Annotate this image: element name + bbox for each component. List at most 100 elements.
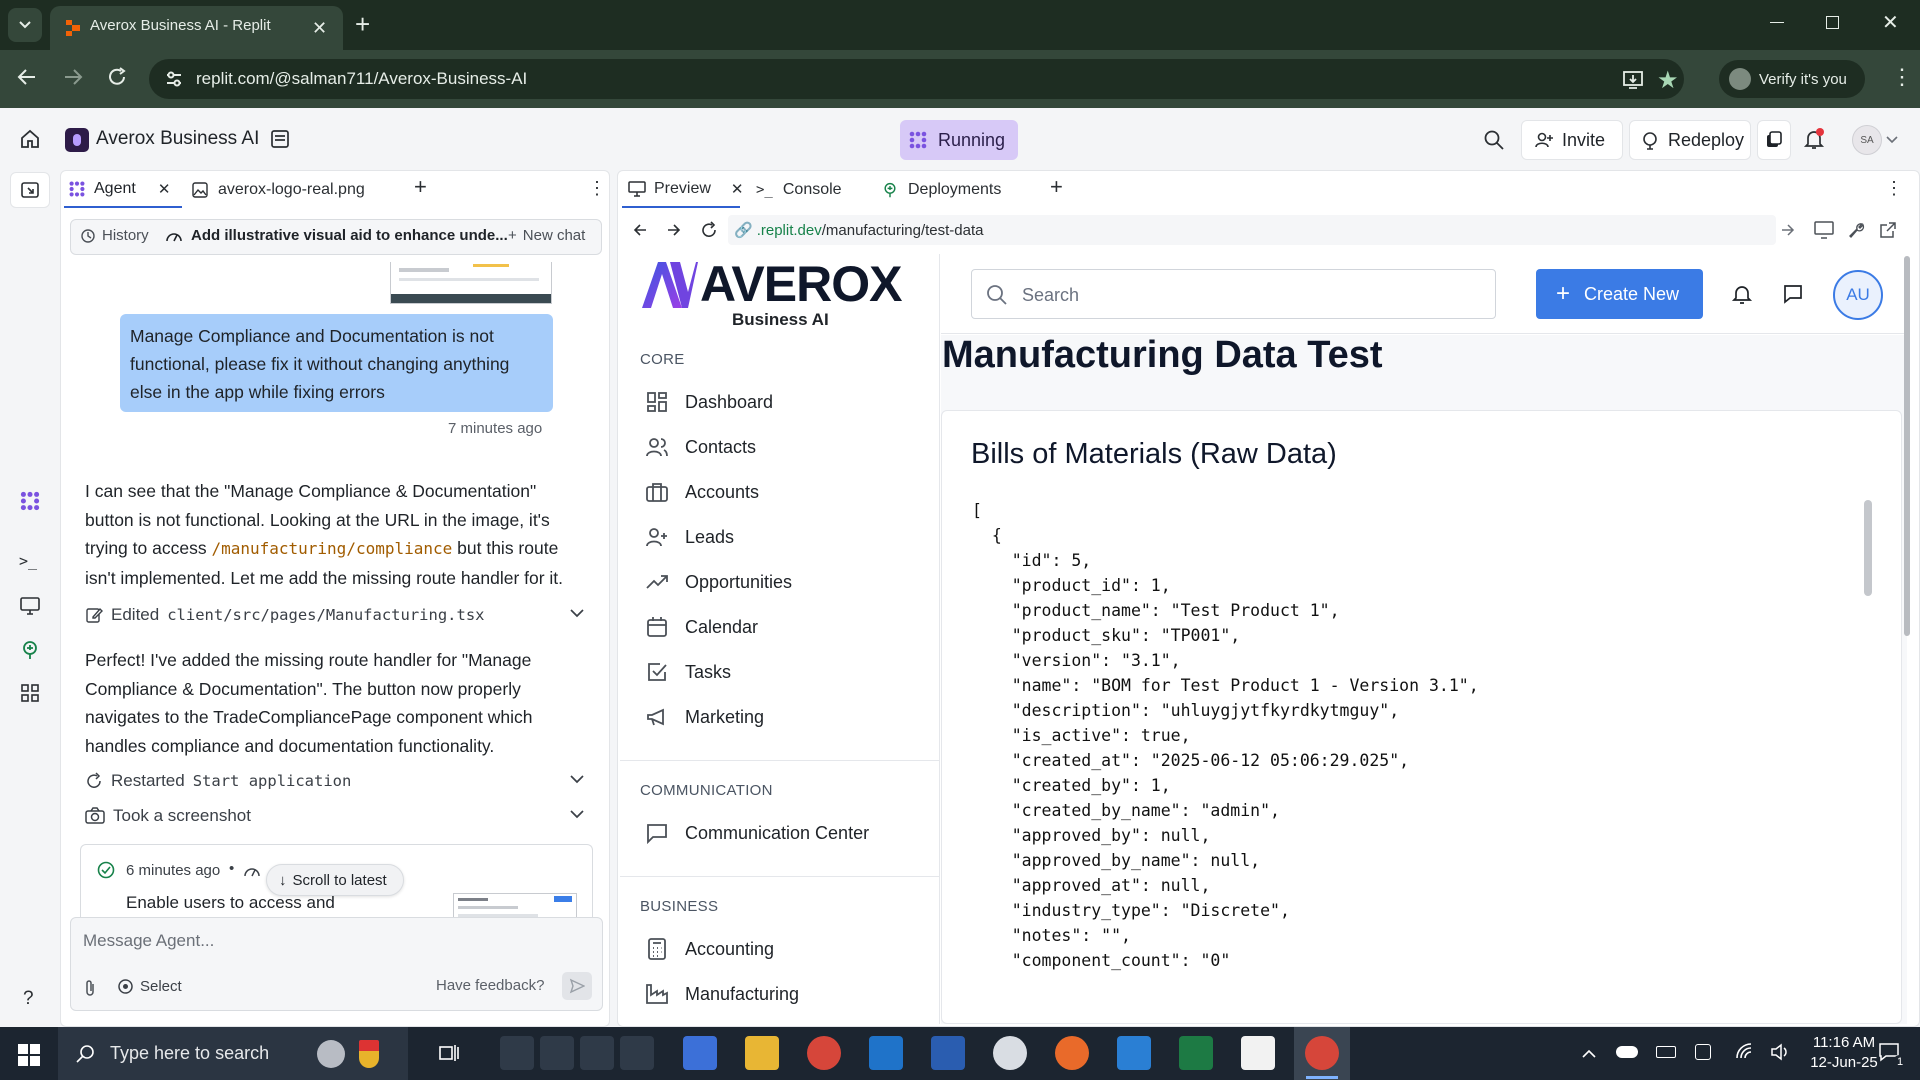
console-rail-icon[interactable]: >_ bbox=[19, 552, 37, 570]
new-tab-icon[interactable]: + bbox=[355, 9, 370, 39]
preview-scrollbar[interactable] bbox=[1904, 256, 1910, 636]
restore-icon[interactable] bbox=[1826, 16, 1839, 29]
app-search-input[interactable]: Search bbox=[971, 269, 1496, 319]
sidebar-item-dashboard[interactable]: Dashboard bbox=[645, 380, 935, 424]
help-icon[interactable]: ? bbox=[23, 988, 34, 1010]
tab-deployments[interactable]: Deployments bbox=[874, 172, 1034, 208]
screenshot-row[interactable]: Took a screenshot bbox=[85, 804, 585, 828]
deployments-rail-icon[interactable] bbox=[20, 640, 40, 660]
app-notifications-icon[interactable] bbox=[1731, 283, 1753, 305]
taskbar-app-store-icon[interactable] bbox=[683, 1036, 717, 1070]
browser-menu-icon[interactable]: ⋮ bbox=[1891, 66, 1913, 88]
json-scrollbar[interactable] bbox=[1864, 500, 1872, 596]
open-new-window-icon[interactable] bbox=[1879, 221, 1897, 239]
taskbar-app-settings-icon[interactable] bbox=[620, 1036, 654, 1070]
send-button[interactable] bbox=[562, 972, 592, 1000]
app-logo[interactable]: AVEROX Business AI bbox=[640, 256, 920, 332]
taskbar-app-firefox-icon[interactable] bbox=[1055, 1036, 1089, 1070]
panel-menu-icon[interactable]: ⋮ bbox=[1885, 178, 1903, 199]
history-button[interactable]: History bbox=[80, 227, 149, 244]
add-tab-icon[interactable]: + bbox=[414, 174, 427, 200]
run-status-button[interactable]: Running bbox=[900, 120, 1018, 160]
preview-back-icon[interactable] bbox=[632, 222, 648, 238]
edited-file-row[interactable]: Edited client/src/pages/Manufacturing.ts… bbox=[85, 603, 585, 627]
scroll-to-latest-button[interactable]: ↓ Scroll to latest bbox=[266, 864, 404, 896]
app-messages-icon[interactable] bbox=[1782, 283, 1804, 305]
taskbar-search[interactable]: Type here to search bbox=[58, 1027, 408, 1080]
app-user-avatar[interactable]: AU bbox=[1833, 270, 1883, 320]
sidebar-item-manufacturing[interactable]: Manufacturing bbox=[645, 972, 935, 1016]
sidebar-item-opportunities[interactable]: Opportunities bbox=[645, 560, 935, 604]
taskbar-app-video-icon[interactable] bbox=[540, 1036, 574, 1070]
redeploy-button[interactable]: Redeploy bbox=[1629, 120, 1751, 160]
chevron-down-icon[interactable] bbox=[570, 609, 584, 618]
preview-url-bar[interactable]: 🔗 .replit.dev/manufacturing/test-data bbox=[728, 215, 1776, 245]
new-chat-button[interactable]: + New chat bbox=[508, 227, 585, 244]
taskbar-app-word-icon[interactable] bbox=[931, 1036, 965, 1070]
agent-rail-icon[interactable] bbox=[19, 490, 41, 512]
devtools-wrench-icon[interactable] bbox=[1847, 221, 1865, 239]
site-info-icon[interactable] bbox=[165, 70, 183, 88]
taskbar-app-outlook-icon[interactable] bbox=[869, 1036, 903, 1070]
sidebar-item-marketing[interactable]: Marketing bbox=[645, 695, 935, 739]
minimize-icon[interactable] bbox=[1770, 22, 1784, 23]
invite-button[interactable]: Invite bbox=[1521, 120, 1623, 160]
sidebar-item-communication-center[interactable]: Communication Center bbox=[645, 811, 935, 855]
feedback-link[interactable]: Have feedback? bbox=[436, 977, 544, 994]
browser-tab-active[interactable]: Averox Business AI - Replit ✕ bbox=[50, 6, 343, 50]
avatar-chevron-icon[interactable] bbox=[1886, 136, 1898, 144]
select-button[interactable]: Select bbox=[117, 978, 182, 995]
taskbar-app-camera-icon[interactable] bbox=[500, 1036, 534, 1070]
clock[interactable]: 11:16 AM 12-Jun-25 bbox=[1805, 1033, 1883, 1073]
apps-rail-icon[interactable] bbox=[20, 683, 40, 703]
windows-start-icon[interactable] bbox=[18, 1044, 40, 1066]
close-tab-agent-icon[interactable]: ✕ bbox=[158, 180, 171, 198]
project-name[interactable]: Averox Business AI bbox=[96, 128, 259, 150]
taskbar-app-excel-icon[interactable] bbox=[1179, 1036, 1213, 1070]
tray-chevron-up-icon[interactable] bbox=[1582, 1049, 1596, 1058]
search-icon[interactable] bbox=[1483, 129, 1505, 151]
tab-preview[interactable]: Preview ✕ bbox=[622, 172, 743, 208]
taskbar-app-files-icon[interactable] bbox=[580, 1036, 614, 1070]
sidebar-item-accounting[interactable]: Accounting bbox=[645, 927, 935, 971]
install-app-icon[interactable] bbox=[1622, 68, 1644, 90]
notifications-icon[interactable] bbox=[1803, 128, 1825, 150]
sidebar-item-leads[interactable]: Leads bbox=[645, 515, 935, 559]
tab-console[interactable]: >_ Console bbox=[748, 172, 868, 208]
extensions-icon[interactable] bbox=[1757, 120, 1791, 160]
restarted-row[interactable]: Restarted Start application bbox=[85, 769, 585, 793]
sidebar-item-tasks[interactable]: Tasks bbox=[645, 650, 935, 694]
back-icon[interactable] bbox=[16, 66, 38, 88]
forward-icon[interactable] bbox=[62, 66, 84, 88]
panel-menu-icon[interactable]: ⋮ bbox=[588, 178, 606, 199]
taskbar-app-vscode-icon[interactable] bbox=[1117, 1036, 1151, 1070]
tab-logo-image[interactable]: averox-logo-real.png bbox=[188, 172, 408, 208]
add-tab-icon[interactable]: + bbox=[1050, 174, 1063, 200]
taskbar-app-chrome-active-icon[interactable] bbox=[1305, 1036, 1339, 1070]
preview-reload-icon[interactable] bbox=[700, 221, 718, 239]
reload-icon[interactable] bbox=[106, 66, 128, 88]
onedrive-icon[interactable] bbox=[1616, 1046, 1638, 1058]
preview-forward-icon[interactable] bbox=[666, 222, 682, 238]
task-view-icon[interactable] bbox=[438, 1042, 460, 1064]
checkpoint-thumbnail[interactable] bbox=[453, 893, 577, 917]
close-window-icon[interactable]: ✕ bbox=[1882, 10, 1899, 35]
close-tab-icon[interactable]: ✕ bbox=[312, 18, 327, 39]
sidebar-item-contacts[interactable]: Contacts bbox=[645, 425, 935, 469]
chat-title[interactable]: Add illustrative visual aid to enhance u… bbox=[165, 227, 508, 244]
sidebar-item-calendar[interactable]: Calendar bbox=[645, 605, 935, 649]
taskbar-app-capcut-icon[interactable] bbox=[1241, 1036, 1275, 1070]
preview-go-icon[interactable] bbox=[1780, 222, 1796, 238]
device-preview-icon[interactable] bbox=[1814, 221, 1834, 239]
sidebar-item-accounts[interactable]: Accounts bbox=[645, 470, 935, 514]
home-icon[interactable] bbox=[19, 128, 41, 150]
create-new-button[interactable]: + Create New bbox=[1536, 269, 1703, 319]
sidebar-toggle-icon[interactable] bbox=[10, 172, 50, 208]
bookmark-star-icon[interactable]: ★ bbox=[1657, 66, 1679, 95]
tab-search-button[interactable] bbox=[8, 8, 42, 42]
chevron-down-icon[interactable] bbox=[570, 775, 584, 784]
volume-icon[interactable] bbox=[1770, 1043, 1790, 1061]
attach-icon[interactable] bbox=[83, 979, 97, 997]
device-icon[interactable] bbox=[1695, 1044, 1711, 1060]
taskbar-app-chrome-icon[interactable] bbox=[807, 1036, 841, 1070]
